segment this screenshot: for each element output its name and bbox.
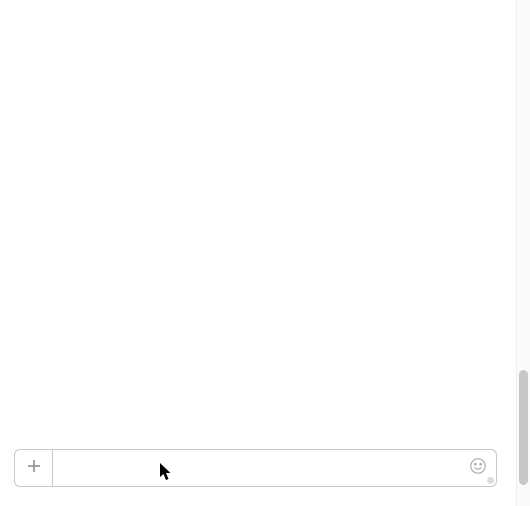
add-attachment-button[interactable]	[15, 450, 53, 486]
scrollbar-thumb[interactable]	[519, 370, 528, 485]
message-input-bar	[14, 449, 497, 487]
message-input[interactable]	[53, 450, 460, 486]
resize-handle[interactable]	[487, 477, 494, 484]
smile-icon	[469, 457, 487, 479]
scrollbar-track[interactable]	[516, 0, 530, 506]
plus-icon	[26, 458, 42, 478]
chat-content-area	[0, 0, 530, 446]
